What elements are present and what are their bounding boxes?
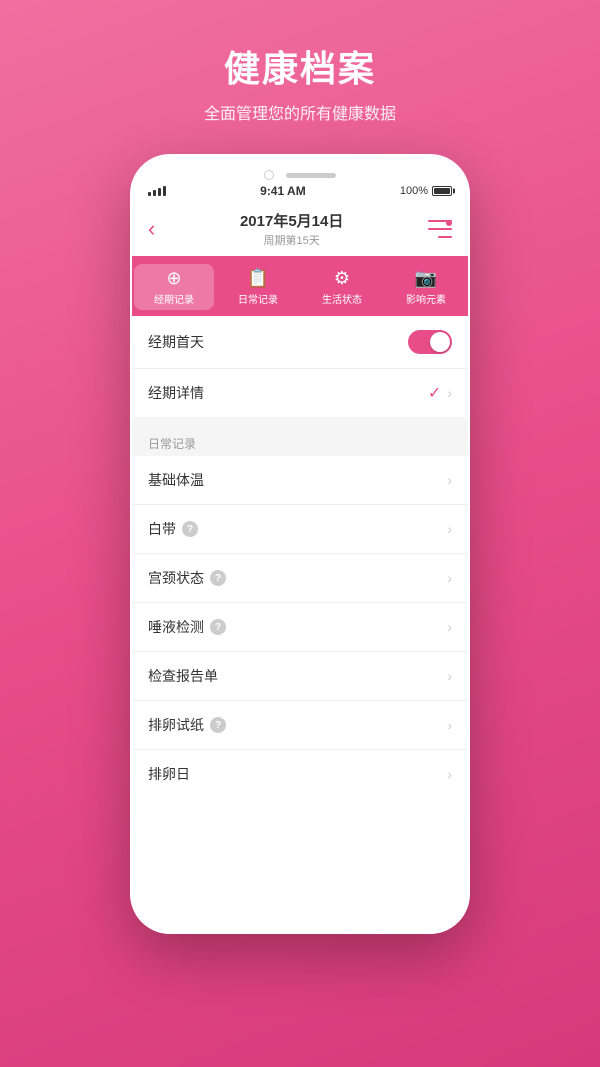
report-right: › — [447, 668, 452, 684]
menu-line-3 — [438, 236, 452, 238]
battery-percent: 100% — [400, 185, 428, 197]
discharge-left: 白带 ? — [148, 519, 198, 539]
ovulation-day-label: 排卵日 — [148, 764, 190, 784]
toggle-knob — [430, 332, 450, 352]
status-time: 9:41 AM — [260, 184, 306, 198]
saliva-chevron: › — [447, 619, 452, 635]
first-day-right — [408, 330, 452, 354]
tab-daily-icon: 📋 — [247, 268, 269, 289]
first-day-label: 经期首天 — [148, 332, 204, 352]
page-title: 健康档案 — [204, 40, 396, 92]
list-item-period-detail[interactable]: 经期详情 ✓ › — [132, 369, 468, 417]
saliva-right: › — [447, 619, 452, 635]
ovulation-strip-left: 排卵试纸 ? — [148, 715, 226, 735]
base-temp-right: › — [447, 472, 452, 488]
period-section: 经期首天 经期详情 ✓ › — [132, 316, 468, 417]
tab-period-icon: ⊕ — [166, 268, 181, 289]
header-date: 2017年5月14日 — [240, 210, 343, 231]
phone-speaker — [286, 173, 336, 178]
list-item-first-day[interactable]: 经期首天 — [132, 316, 468, 369]
cervix-right: › — [447, 570, 452, 586]
ovulation-day-right: › — [447, 766, 452, 782]
menu-line-2 — [428, 228, 452, 230]
ovulation-strip-info-icon[interactable]: ? — [210, 717, 226, 733]
tab-factors-icon: 📷 — [415, 268, 437, 289]
cervix-label: 宫颈状态 — [148, 568, 204, 588]
tab-lifestyle[interactable]: ⚙ 生活状态 — [302, 264, 382, 310]
tab-bar: ⊕ 经期记录 📋 日常记录 ⚙ 生活状态 📷 影响元素 — [132, 256, 468, 316]
tab-factors[interactable]: 📷 影响元素 — [386, 264, 466, 310]
signal-bar-1 — [148, 192, 151, 196]
discharge-label: 白带 — [148, 519, 176, 539]
menu-dot — [446, 220, 452, 226]
first-day-toggle[interactable] — [408, 330, 452, 354]
daily-section-header: 日常记录 — [132, 425, 468, 456]
list-item-ovulation-strip[interactable]: 排卵试纸 ? › — [132, 701, 468, 750]
list-item-report[interactable]: 检查报告单 › — [132, 652, 468, 701]
cervix-info-icon[interactable]: ? — [210, 570, 226, 586]
base-temp-chevron: › — [447, 472, 452, 488]
list-item-cervix[interactable]: 宫颈状态 ? › — [132, 554, 468, 603]
period-detail-label: 经期详情 — [148, 383, 204, 403]
discharge-info-icon[interactable]: ? — [182, 521, 198, 537]
report-chevron: › — [447, 668, 452, 684]
content-area: 经期首天 经期详情 ✓ › 日常记录 — [132, 316, 468, 798]
signal-bar-4 — [163, 186, 166, 196]
first-day-left: 经期首天 — [148, 332, 204, 352]
period-detail-right: ✓ › — [428, 383, 452, 403]
cervix-chevron: › — [447, 570, 452, 586]
tab-lifestyle-icon: ⚙ — [334, 268, 350, 289]
report-left: 检查报告单 — [148, 666, 218, 686]
daily-section: 基础体温 › 白带 ? › 宫颈状态 ? — [132, 456, 468, 798]
list-item-ovulation-day[interactable]: 排卵日 › — [132, 750, 468, 798]
chevron-right-icon: › — [447, 385, 452, 401]
check-icon: ✓ — [428, 383, 441, 403]
back-button[interactable]: ‹ — [148, 216, 155, 242]
phone-top-bar — [132, 156, 468, 180]
daily-header-label: 日常记录 — [148, 437, 196, 451]
list-item-saliva[interactable]: 唾液检测 ? › — [132, 603, 468, 652]
base-temp-label: 基础体温 — [148, 470, 204, 490]
tab-factors-label: 影响元素 — [406, 291, 446, 306]
ovulation-day-left: 排卵日 — [148, 764, 190, 784]
app-header: ‹ 2017年5月14日 周期第15天 — [132, 202, 468, 256]
header-cycle: 周期第15天 — [240, 232, 343, 248]
tab-lifestyle-label: 生活状态 — [322, 291, 362, 306]
battery-icon — [432, 186, 452, 196]
phone-camera — [264, 170, 274, 180]
base-temp-left: 基础体温 — [148, 470, 204, 490]
page-subtitle: 全面管理您的所有健康数据 — [204, 100, 396, 124]
status-right: 100% — [400, 185, 452, 197]
battery-fill — [434, 188, 450, 194]
saliva-left: 唾液检测 ? — [148, 617, 226, 637]
period-detail-left: 经期详情 — [148, 383, 204, 403]
list-item-discharge[interactable]: 白带 ? › — [132, 505, 468, 554]
ovulation-strip-right: › — [447, 717, 452, 733]
header-center: 2017年5月14日 周期第15天 — [240, 210, 343, 248]
phone-mockup: 9:41 AM 100% ‹ 2017年5月14日 周期第15天 ⊕ 经期记录 — [130, 154, 470, 934]
discharge-right: › — [447, 521, 452, 537]
ovulation-strip-label: 排卵试纸 — [148, 715, 204, 735]
discharge-chevron: › — [447, 521, 452, 537]
status-bar: 9:41 AM 100% — [132, 180, 468, 202]
ovulation-strip-chevron: › — [447, 717, 452, 733]
tab-daily[interactable]: 📋 日常记录 — [218, 264, 298, 310]
menu-button[interactable] — [428, 220, 452, 238]
signal-bar-2 — [153, 190, 156, 196]
signal-bar-3 — [158, 188, 161, 196]
list-item-base-temp[interactable]: 基础体温 › — [132, 456, 468, 505]
report-label: 检查报告单 — [148, 666, 218, 686]
signal-indicator — [148, 186, 166, 196]
saliva-info-icon[interactable]: ? — [210, 619, 226, 635]
tab-daily-label: 日常记录 — [238, 291, 278, 306]
ovulation-day-chevron: › — [447, 766, 452, 782]
tab-period-label: 经期记录 — [154, 291, 194, 306]
section-divider-1 — [132, 417, 468, 425]
cervix-left: 宫颈状态 ? — [148, 568, 226, 588]
tab-period[interactable]: ⊕ 经期记录 — [134, 264, 214, 310]
page-header: 健康档案 全面管理您的所有健康数据 — [204, 0, 396, 154]
saliva-label: 唾液检测 — [148, 617, 204, 637]
